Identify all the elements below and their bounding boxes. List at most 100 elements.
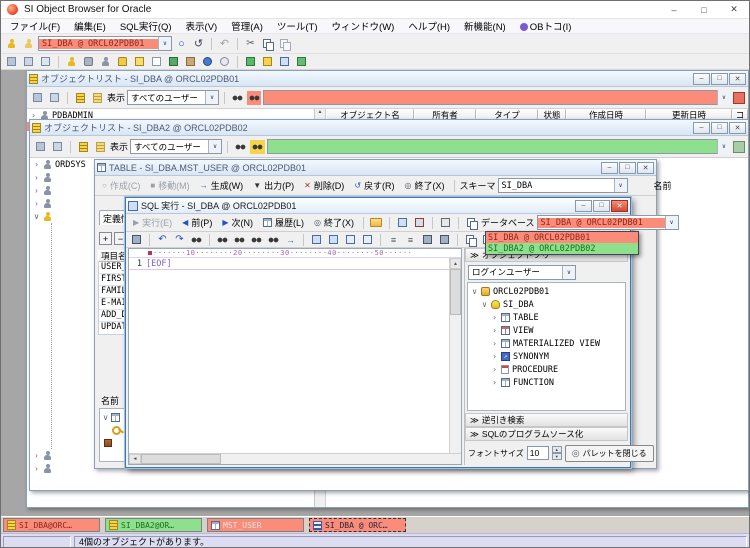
menu-sql-exec[interactable]: SQL実行(Q) [113, 19, 179, 33]
window-titlebar[interactable]: TABLE - SI_DBA.MST_USER @ ORCL02PDB01 – … [95, 160, 656, 176]
window-mode-icon[interactable] [50, 140, 65, 154]
sql-to-program-header[interactable]: ≫ SQLのプログラムソース化 [465, 427, 628, 441]
undo-icon[interactable]: ↶ [155, 233, 170, 247]
result-grid-icon[interactable] [395, 216, 410, 230]
menu-edit[interactable]: 編集(E) [67, 19, 113, 33]
user-filter-combo[interactable]: すべてのユーザー ∨ [130, 139, 222, 154]
find-in-files-icon[interactable] [249, 233, 264, 247]
object-search-input[interactable] [267, 139, 717, 154]
object-tree[interactable]: ∨ORCL02PDB01 ∨SI_DBA ›TABLE ›VIEW ›MATER… [467, 282, 626, 411]
result-grid-new-icon[interactable] [412, 216, 427, 230]
search-icon[interactable] [233, 140, 248, 154]
chevron-down-icon[interactable]: ∨ [665, 216, 678, 229]
circle-icon[interactable]: ○ [174, 37, 189, 51]
refresh-list-icon[interactable] [33, 140, 48, 154]
add-column-button[interactable]: + [99, 232, 112, 245]
chevron-down-icon[interactable]: ∨ [717, 90, 730, 105]
package-icon[interactable] [183, 55, 198, 69]
table-data-icon[interactable] [166, 55, 181, 69]
minimize-button[interactable]: – [693, 73, 710, 85]
tree-item-function[interactable]: ›FUNCTION [468, 376, 625, 389]
maximize-button[interactable]: □ [593, 200, 610, 212]
cut-icon[interactable]: ✂ [243, 37, 258, 51]
tree-item-synonym[interactable]: ›↗SYNONYM [468, 350, 625, 363]
tree-item-materialized-view[interactable]: ›MATERIALIZED VIEW [468, 337, 625, 350]
maximize-button[interactable]: □ [619, 162, 636, 174]
object-search-input[interactable] [263, 90, 717, 105]
window-titlebar[interactable]: オブジェクトリスト - SI_DBA2 @ ORCL02PDB02 – □ ✕ [30, 120, 748, 136]
delete-button[interactable]: ✕削除(D) [300, 178, 348, 194]
task-button-object-list-2[interactable]: SI_DBA2@OR… [105, 518, 202, 532]
minimize-button[interactable]: – [575, 200, 592, 212]
file-icon[interactable] [149, 55, 164, 69]
history-button[interactable]: 履歴(L) [259, 215, 308, 231]
list-view-icon[interactable] [76, 140, 91, 154]
detail-view-icon[interactable] [90, 91, 105, 105]
lock-icon[interactable] [115, 55, 130, 69]
maximize-button[interactable]: □ [689, 1, 719, 18]
maximize-button[interactable]: □ [711, 73, 728, 85]
object-list-icon[interactable] [4, 55, 19, 69]
snippet-icon[interactable] [309, 233, 324, 247]
menu-help[interactable]: ヘルプ(H) [401, 19, 457, 33]
close-button[interactable]: ✕ [729, 122, 746, 134]
id-icon[interactable] [277, 55, 292, 69]
close-button[interactable]: ✕ [637, 162, 654, 174]
save-icon[interactable] [129, 233, 144, 247]
schema-combo[interactable]: SI_DBA ∨ [498, 178, 628, 193]
app-titlebar[interactable]: SI Object Browser for Oracle – □ ✕ [1, 1, 749, 19]
open-file-icon[interactable] [369, 216, 384, 230]
session-list-icon[interactable] [21, 55, 36, 69]
login-user-combo[interactable]: ログインユーザー ∨ [468, 265, 576, 280]
prev-button[interactable]: ◀前(P) [178, 215, 216, 231]
copy-icon[interactable] [260, 37, 275, 51]
filter-search-icon[interactable] [247, 91, 261, 105]
menu-new-features[interactable]: 新機能(N) [457, 19, 513, 33]
search-icon[interactable] [230, 91, 245, 105]
window-mode-icon[interactable] [47, 91, 62, 105]
find-next-icon[interactable] [215, 233, 230, 247]
window-titlebar[interactable]: オブジェクトリスト - SI_DBA @ ORCL02PDB01 – □ ✕ [27, 71, 748, 87]
sql-editor[interactable]: ·······10········20········30········40·… [128, 248, 462, 465]
chevron-down-icon[interactable]: ∨ [717, 139, 730, 154]
editor-horizontal-scrollbar[interactable]: ◄ [129, 453, 461, 464]
close-button[interactable]: ✕ [729, 73, 746, 85]
disconnect-session-icon[interactable] [21, 37, 36, 51]
redo-icon[interactable]: ↷ [172, 233, 187, 247]
task-button-object-list-1[interactable]: SI_DBA@ORC… [3, 518, 100, 532]
select-all-icon[interactable] [343, 233, 358, 247]
close-window-button[interactable]: ◎終了(X) [310, 215, 358, 231]
dropdown-option-si-dba2[interactable]: SI_DBA2 @ ORCL02PDB02 [486, 243, 638, 254]
tree-item-view[interactable]: ›VIEW [468, 324, 625, 337]
next-button[interactable]: ▶次(N) [218, 215, 257, 231]
minimize-button[interactable]: – [601, 162, 618, 174]
menu-file[interactable]: ファイル(F) [3, 19, 67, 33]
matrix-icon[interactable] [294, 55, 309, 69]
outdent-icon[interactable]: ≡ [386, 233, 401, 247]
tree-toggle-icon[interactable]: › [33, 160, 40, 169]
close-window-button[interactable]: ◎終了(X) [401, 178, 449, 194]
menu-obtoko[interactable]: OBトコ(I) [513, 19, 579, 33]
replace-icon[interactable] [266, 233, 281, 247]
database-icon[interactable] [81, 55, 96, 69]
chevron-down-icon[interactable]: ∨ [158, 37, 171, 50]
format-icon[interactable] [438, 216, 453, 230]
user-filter-combo[interactable]: すべてのユーザー ∨ [127, 90, 219, 105]
database-connect-icon[interactable] [464, 216, 479, 230]
connect-session-icon[interactable] [4, 37, 19, 51]
filter-search-icon[interactable] [250, 140, 265, 154]
comment-icon[interactable] [420, 233, 435, 247]
indent-icon[interactable]: ≡ [403, 233, 418, 247]
dropdown-option-si-dba[interactable]: SI_DBA @ ORCL02PDB01 [486, 232, 638, 243]
clock-icon[interactable] [217, 55, 232, 69]
copy-special-icon[interactable] [463, 233, 478, 247]
session-combo[interactable]: SI_DBA @ ORCL02PDB01 ∨ [38, 36, 172, 51]
close-button[interactable]: ✕ [611, 200, 628, 212]
create-button[interactable]: ○作成(C) [98, 178, 144, 194]
role-icon[interactable] [98, 55, 113, 69]
menu-window[interactable]: ウィンドウ(W) [325, 19, 402, 33]
refresh-list-icon[interactable] [30, 91, 45, 105]
generate-button[interactable]: →生成(W) [196, 178, 248, 194]
undo-icon[interactable]: ↶ [217, 37, 232, 51]
clear-search-button[interactable] [733, 92, 745, 104]
